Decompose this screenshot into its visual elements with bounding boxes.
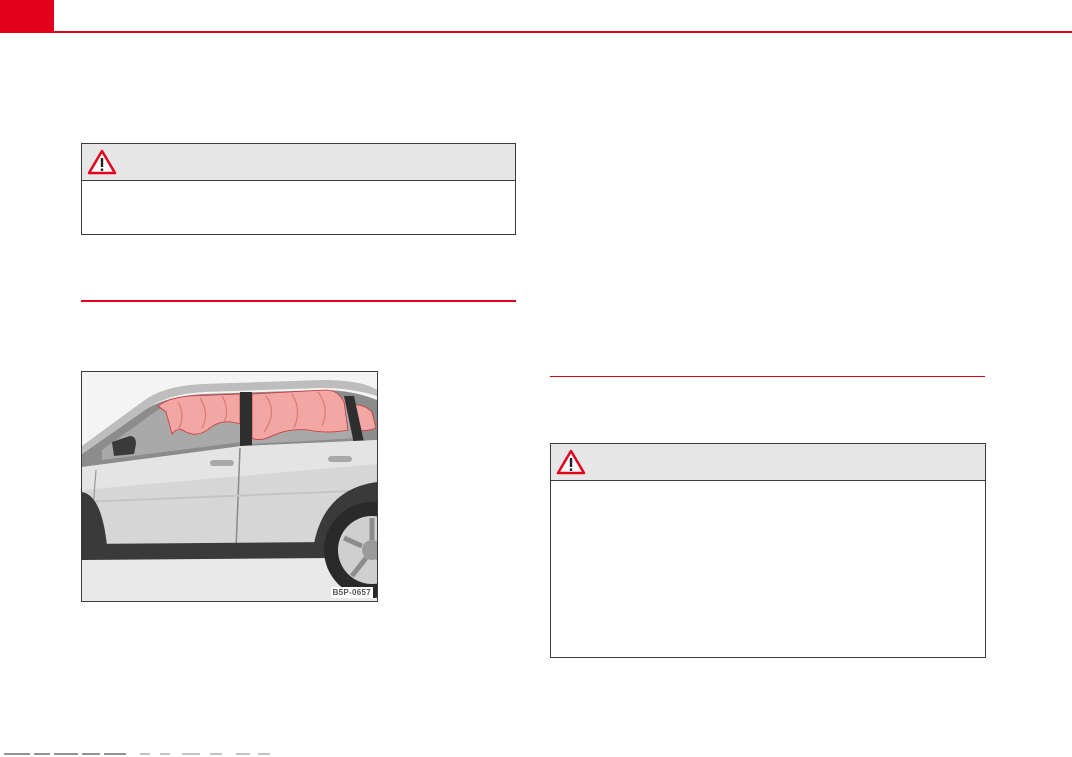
warning-header-right	[551, 444, 985, 481]
warning-body-right	[551, 481, 985, 493]
warning-triangle-icon	[556, 449, 586, 475]
car-illustration-figure: B5P-0657	[81, 371, 378, 602]
footer-illegible-text	[4, 753, 270, 755]
warning-box-left	[81, 143, 516, 235]
figure-code-label: B5P-0657	[330, 587, 373, 598]
header-rule	[0, 31, 1072, 33]
warning-box-right	[550, 443, 986, 658]
warning-header-left	[82, 144, 515, 181]
section-rule-right	[550, 376, 985, 377]
car-side-curtain-airbags-illustration	[82, 372, 377, 601]
warning-body-left	[82, 181, 515, 193]
section-rule-left	[81, 300, 516, 302]
warning-triangle-icon	[87, 149, 117, 175]
page-tab-marker	[0, 0, 54, 32]
